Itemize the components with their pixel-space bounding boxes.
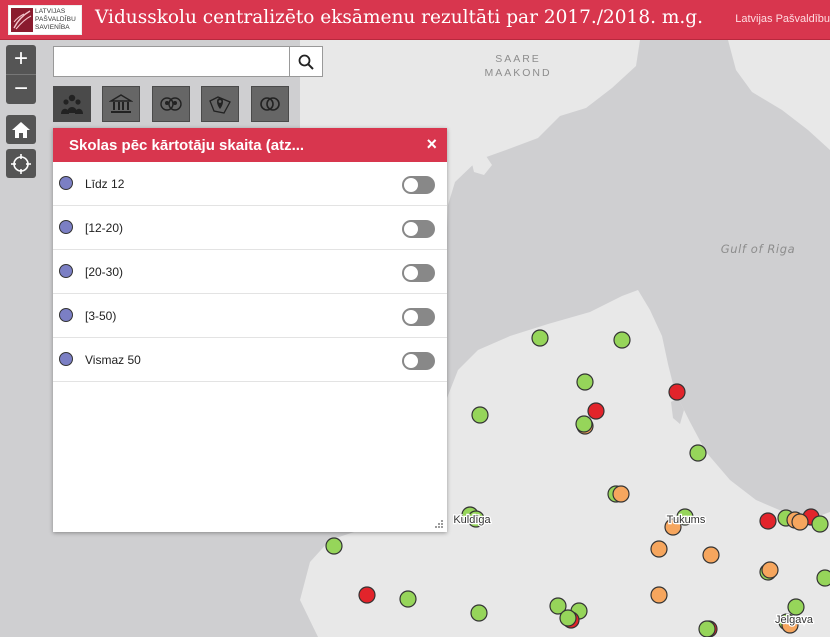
app-title: Vidusskolu centralizēto eksāmenu rezultā… [95,7,703,28]
search-box [53,46,323,77]
layer-toggle[interactable] [402,308,435,326]
school-marker[interactable] [698,620,716,637]
layer-label: Līdz 12 [85,177,125,191]
search-icon [298,54,314,70]
people-layers-icon [61,94,83,114]
school-marker[interactable] [811,515,829,533]
layer-row[interactable]: Vismaz 50 [53,338,447,382]
map-label-gulf: Gulf of Riga [721,242,796,256]
zoom-in-button[interactable]: + [6,45,36,74]
resize-grip-icon[interactable] [435,520,443,528]
app-header: LATVIJAS PAŠVALDĪBU SAVIENĪBA Vidusskolu… [0,0,830,40]
lps-logo: LATVIJAS PAŠVALDĪBU SAVIENĪBA [8,5,82,35]
toggle-knob [404,266,418,280]
school-marker[interactable] [787,598,805,616]
toggle-knob [404,178,418,192]
map-pin-icon [209,96,231,114]
layer-panel: Skolas pēc kārtotāju skaita (atz... × Lī… [53,128,447,532]
logo-text-line: LATVIJAS [35,8,66,15]
logo-mark-icon [11,8,33,32]
school-marker[interactable] [689,444,707,462]
layer-row[interactable]: [20-30) [53,250,447,294]
layer-label: [12-20) [85,221,124,235]
school-marker[interactable] [531,329,549,347]
logo-text-line: PAŠVALDĪBU [35,16,76,23]
school-marker[interactable] [791,513,809,531]
close-icon[interactable]: × [426,134,437,154]
layer-row[interactable]: Līdz 12 [53,162,447,206]
legend-swatch [59,308,73,322]
layer-label: [3-50) [85,309,117,323]
layer-label: Vismaz 50 [85,353,141,367]
tool-people-layers[interactable] [53,86,91,122]
school-marker[interactable] [816,569,830,587]
home-button[interactable] [6,115,36,144]
layer-row[interactable]: [3-50) [53,294,447,338]
layer-label: [20-30) [85,265,124,279]
tool-locations[interactable] [201,86,239,122]
tool-compare[interactable] [251,86,289,122]
logo-text-line: SAVIENĪBA [35,24,70,31]
zoom-out-button[interactable]: − [6,74,36,104]
school-marker[interactable] [576,373,594,391]
panel-title: Skolas pēc kārtotāju skaita (atz... [69,137,305,154]
school-marker[interactable] [702,546,720,564]
tool-schools[interactable] [102,86,140,122]
school-marker[interactable] [650,586,668,604]
map-label-jelgava: Jelgava [775,614,814,626]
layer-toggle[interactable] [402,352,435,370]
legend-swatch [59,352,73,366]
toggle-knob [404,354,418,368]
search-button[interactable] [289,47,322,76]
layer-toggle[interactable] [402,264,435,282]
layer-toggle[interactable] [402,220,435,238]
panel-header: Skolas pēc kārtotāju skaita (atz... × [53,128,447,162]
crosshair-icon [11,153,31,174]
school-marker[interactable] [471,406,489,424]
school-marker[interactable] [325,537,343,555]
legend-swatch [59,220,73,234]
school-marker[interactable] [612,485,630,503]
search-input[interactable] [54,47,290,76]
legend-swatch [59,176,73,190]
legend-swatch [59,264,73,278]
school-building-icon [109,94,133,113]
school-marker[interactable] [668,383,686,401]
layer-toggle[interactable] [402,176,435,194]
home-icon [12,121,30,138]
school-marker[interactable] [399,590,417,608]
locate-button[interactable] [6,149,36,178]
school-marker[interactable] [650,540,668,558]
toggle-knob [404,310,418,324]
school-marker[interactable] [587,402,605,420]
school-marker[interactable] [759,512,777,530]
layer-row[interactable]: [12-20) [53,206,447,250]
map-label-kuldiga: Kuldīga [453,514,491,526]
school-marker[interactable] [575,415,593,433]
group-layers-icon [160,97,182,111]
map-label-maakond: MAAKOND [484,67,551,79]
rings-icon [260,97,280,111]
tool-groups[interactable] [152,86,190,122]
school-marker[interactable] [613,331,631,349]
school-marker[interactable] [559,609,577,627]
school-marker[interactable] [358,586,376,604]
school-marker[interactable] [470,604,488,622]
zoom-control: + − [6,45,36,104]
org-link[interactable]: Latvijas Pašvaldību [735,13,830,25]
toggle-knob [404,222,418,236]
map-label-tukums: Tukums [667,514,706,526]
school-marker[interactable] [761,561,779,579]
map-label-saare: SAARE [495,53,541,65]
